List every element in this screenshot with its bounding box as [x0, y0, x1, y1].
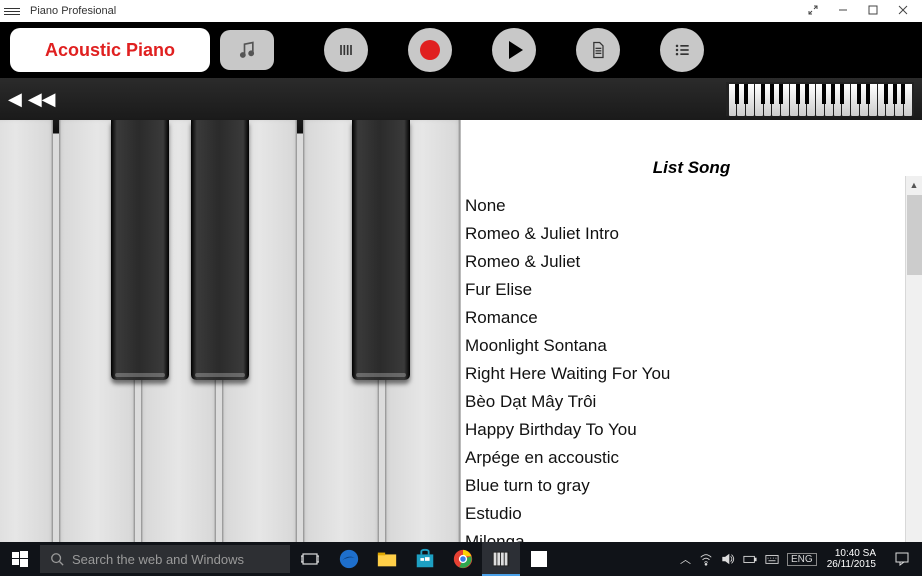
- taskbar-app-edge[interactable]: [330, 542, 368, 576]
- hamburger-icon[interactable]: [4, 8, 20, 15]
- clock-time: 10:40 SA: [827, 548, 876, 560]
- taskbar-app-chrome[interactable]: [444, 542, 482, 576]
- scrollbar[interactable]: ▲ ▼: [905, 176, 922, 576]
- content-area: C1 D1 E1 F1 G1 List Song NoneRomeo & Jul…: [0, 120, 922, 576]
- octave-left-button[interactable]: ◀: [8, 89, 22, 110]
- windows-taskbar: Search the web and Windows ︿ ENG 10:40 S…: [0, 542, 922, 576]
- instrument-select-button[interactable]: Acoustic Piano: [10, 28, 210, 72]
- close-button[interactable]: [888, 4, 918, 18]
- record-button[interactable]: [408, 28, 452, 72]
- taskbar-app-store[interactable]: [406, 542, 444, 576]
- tempo-button[interactable]: [220, 30, 274, 70]
- minimize-button[interactable]: [828, 4, 858, 18]
- main-toolbar: Acoustic Piano: [0, 22, 922, 78]
- scroll-up-icon[interactable]: ▲: [910, 176, 919, 193]
- keyboard-tray-icon[interactable]: [765, 552, 779, 566]
- task-view-button[interactable]: [290, 542, 330, 576]
- tray-chevron-up-icon[interactable]: ︿: [680, 551, 691, 567]
- song-list-title: List Song: [461, 120, 922, 192]
- keyboard-nav-strip: ◀ ◀◀: [0, 78, 922, 120]
- piano-key-white[interactable]: [0, 120, 53, 574]
- song-list-item[interactable]: Blue turn to gray: [465, 472, 922, 500]
- song-list-pane: List Song NoneRomeo & Juliet IntroRomeo …: [460, 120, 922, 576]
- octave-left-fast-button[interactable]: ◀◀: [28, 89, 56, 110]
- taskbar-search[interactable]: Search the web and Windows: [40, 545, 290, 573]
- piano-key-black[interactable]: [191, 120, 249, 380]
- song-list-item[interactable]: Arpége en accoustic: [465, 444, 922, 472]
- clock-date: 26/11/2015: [827, 559, 876, 571]
- document-button[interactable]: [576, 28, 620, 72]
- piano-key-black[interactable]: [111, 120, 169, 380]
- start-button[interactable]: [0, 542, 40, 576]
- song-list-item[interactable]: Right Here Waiting For You: [465, 360, 922, 388]
- keyboard-minimap[interactable]: [726, 82, 914, 116]
- song-list-item[interactable]: Estudio: [465, 500, 922, 528]
- song-list-item[interactable]: Fur Elise: [465, 276, 922, 304]
- language-indicator[interactable]: ENG: [787, 553, 817, 566]
- song-list-item[interactable]: Romeo & Juliet Intro: [465, 220, 922, 248]
- maximize-button[interactable]: [858, 4, 888, 18]
- window-title: Piano Profesional: [30, 5, 116, 17]
- taskbar-clock[interactable]: 10:40 SA 26/11/2015: [821, 548, 882, 571]
- song-list-button[interactable]: [660, 28, 704, 72]
- piano-key-black[interactable]: [352, 120, 410, 380]
- record-icon: [420, 40, 440, 60]
- taskbar-app-piano[interactable]: [482, 542, 520, 576]
- song-list-item[interactable]: Bèo Dạt Mây Trôi: [465, 388, 922, 416]
- play-icon: [509, 41, 523, 59]
- song-list-item[interactable]: Happy Birthday To You: [465, 416, 922, 444]
- play-button[interactable]: [492, 28, 536, 72]
- expand-icon[interactable]: [798, 4, 828, 18]
- volume-icon[interactable]: [721, 552, 735, 566]
- action-center-button[interactable]: [882, 542, 922, 576]
- system-tray[interactable]: ︿ ENG: [676, 551, 821, 567]
- song-list-item[interactable]: Romeo & Juliet: [465, 248, 922, 276]
- scroll-thumb[interactable]: [907, 195, 922, 275]
- song-list-item[interactable]: Romance: [465, 304, 922, 332]
- instrument-label: Acoustic Piano: [45, 40, 175, 61]
- battery-icon[interactable]: [743, 552, 757, 566]
- keyboard-mode-button[interactable]: [324, 28, 368, 72]
- song-list-item[interactable]: Moonlight Sontana: [465, 332, 922, 360]
- song-list-item[interactable]: None: [465, 192, 922, 220]
- wifi-icon[interactable]: [699, 552, 713, 566]
- taskbar-app-blank[interactable]: [520, 542, 558, 576]
- search-placeholder: Search the web and Windows: [72, 552, 244, 567]
- piano-keyboard: C1 D1 E1 F1 G1: [0, 120, 460, 576]
- window-titlebar: Piano Profesional: [0, 0, 922, 22]
- taskbar-app-explorer[interactable]: [368, 542, 406, 576]
- taskbar-apps: [330, 542, 558, 576]
